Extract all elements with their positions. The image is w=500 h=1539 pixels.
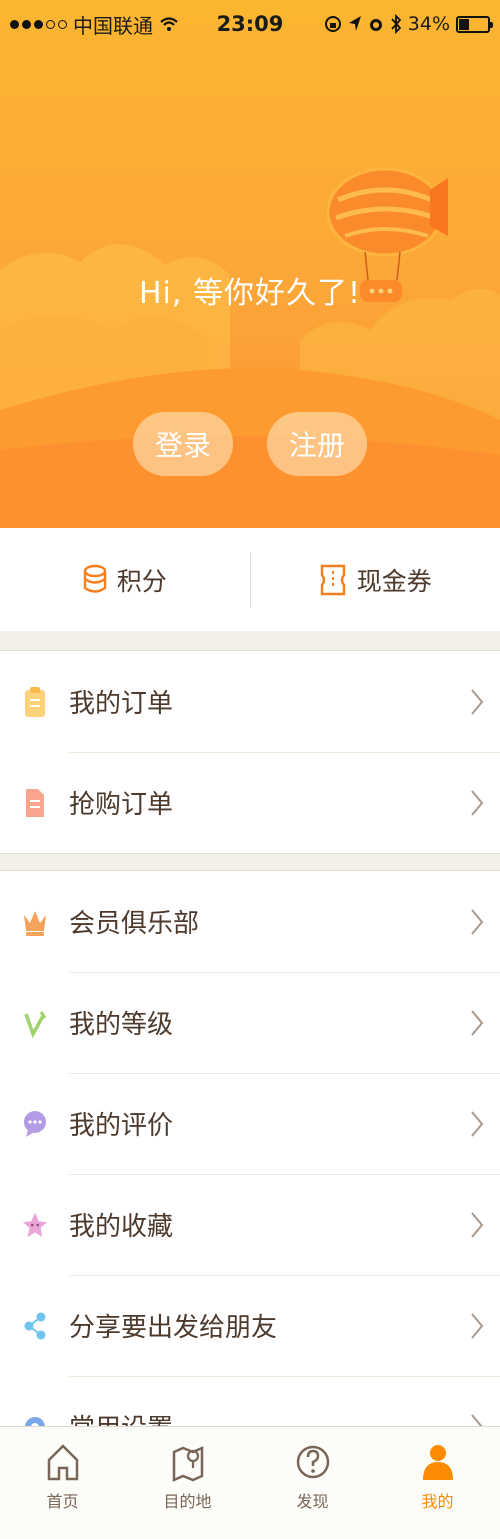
crown-icon	[22, 907, 48, 937]
status-bar: 中国联通 23:09 34%	[0, 0, 500, 48]
tab-discover[interactable]: 发现	[250, 1427, 375, 1539]
tab-home[interactable]: 首页	[0, 1427, 125, 1539]
tab-label: 首页	[46, 1492, 79, 1511]
star-icon	[22, 1210, 48, 1240]
menu-item-label: 抢购订单	[69, 790, 174, 820]
points-label: 积分	[116, 566, 167, 596]
coin-stack-icon	[83, 564, 106, 593]
menu-item-my-orders[interactable]: 我的订单	[0, 651, 500, 752]
home-icon	[47, 1444, 78, 1481]
carrier-name: 中国联通	[73, 13, 153, 38]
account-menu-group: 会员俱乐部 我的等级 我的评价 我的收藏 分享要出发给朋友 常用设置	[0, 870, 500, 1478]
menu-item-my-level[interactable]: 我的等级	[0, 972, 500, 1073]
share-icon	[22, 1311, 48, 1341]
bluetooth-icon	[391, 14, 402, 34]
rotation-lock-icon	[324, 16, 341, 32]
menu-item-label: 我的收藏	[69, 1212, 174, 1242]
menu-item-label: 分享要出发给朋友	[69, 1313, 278, 1343]
greeting-text: Hi, 等你好久了!	[139, 276, 361, 311]
compass-question-icon	[296, 1445, 329, 1479]
chevron-right-icon	[471, 1211, 484, 1238]
menu-item-label: 我的等级	[69, 1010, 174, 1040]
menu-item-my-reviews[interactable]: 我的评价	[0, 1073, 500, 1174]
chat-bubble-icon	[22, 1109, 48, 1139]
coupon-button[interactable]: 现金券	[251, 528, 500, 631]
location-arrow-icon	[348, 16, 361, 31]
document-icon	[22, 788, 48, 818]
chevron-right-icon	[471, 908, 484, 935]
person-icon	[422, 1445, 453, 1480]
orders-menu-group: 我的订单 抢购订单	[0, 650, 500, 854]
ticket-icon	[320, 564, 345, 595]
menu-item-share-with-friends[interactable]: 分享要出发给朋友	[0, 1275, 500, 1376]
map-pin-icon	[172, 1446, 203, 1482]
menu-item-my-favorites[interactable]: 我的收藏	[0, 1174, 500, 1275]
menu-item-label: 我的订单	[69, 689, 174, 719]
hero-background-illustration	[0, 167, 500, 528]
tab-destinations[interactable]: 目的地	[125, 1427, 250, 1539]
menu-item-label: 我的评价	[69, 1111, 174, 1141]
login-button[interactable]: 登录	[133, 412, 233, 476]
points-button[interactable]: 积分	[0, 528, 250, 631]
bottom-tab-bar: 首页 目的地 发现 我的	[0, 1426, 500, 1539]
tab-label: 发现	[296, 1492, 329, 1511]
chevron-right-icon	[471, 1110, 484, 1137]
level-v-icon	[22, 1008, 48, 1038]
chevron-right-icon	[471, 1312, 484, 1339]
chevron-right-icon	[471, 789, 484, 816]
chevron-right-icon	[471, 688, 484, 715]
tab-label: 我的	[421, 1492, 454, 1511]
battery-percentage: 34%	[407, 13, 450, 35]
register-button[interactable]: 注册	[267, 412, 367, 476]
alarm-icon	[369, 19, 382, 31]
clipboard-icon	[22, 686, 48, 717]
profile-hero-banner: Hi, 等你好久了! 登录 注册	[0, 0, 500, 528]
battery-icon	[456, 15, 493, 33]
tab-label: 目的地	[163, 1492, 212, 1511]
menu-item-member-club[interactable]: 会员俱乐部	[0, 871, 500, 972]
clock: 23:09	[216, 12, 284, 36]
menu-item-label: 会员俱乐部	[69, 909, 200, 939]
coupon-label: 现金券	[356, 566, 432, 596]
chevron-right-icon	[471, 1009, 484, 1036]
signal-strength-icon	[10, 19, 67, 29]
tab-me[interactable]: 我的	[375, 1427, 500, 1539]
wifi-icon	[160, 17, 178, 31]
menu-item-flash-sale-orders[interactable]: 抢购订单	[0, 752, 500, 853]
points-row: 积分 现金券	[0, 528, 500, 631]
